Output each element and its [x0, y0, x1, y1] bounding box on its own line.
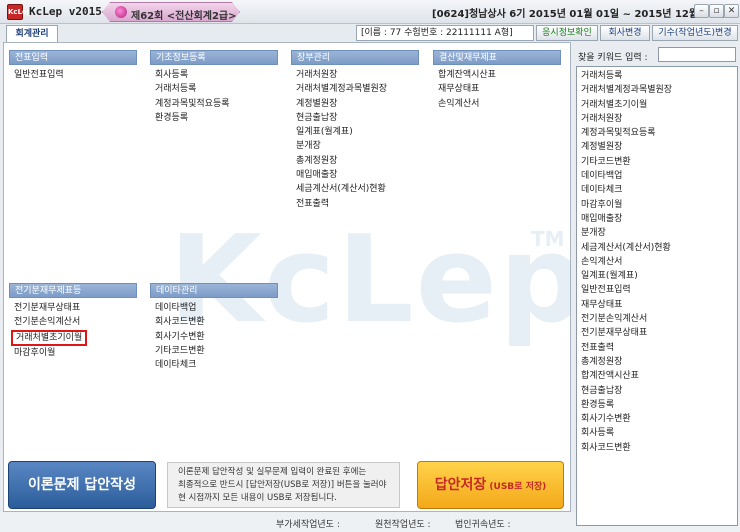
- keyword-result-list[interactable]: 거래처등록 거래처별계정과목별원장 거래처별초기이월 거래처원장 계정과목및적요등록 계정…: [576, 66, 738, 526]
- keyword-list-item[interactable]: 일계표(월계표): [577, 269, 737, 283]
- menu-closing-item[interactable]: 합계잔액시산표: [433, 68, 561, 82]
- keyword-list-item[interactable]: 분개장: [577, 226, 737, 240]
- save-answer-label: 답안저장: [434, 477, 487, 493]
- keyword-list-item[interactable]: 전기분손익계산서: [577, 312, 737, 326]
- menu-ledger-item[interactable]: 거래처원장: [291, 68, 419, 82]
- group-header: 전표입력: [9, 50, 137, 65]
- exam-badge: 제62회 <전산회계2급>: [102, 2, 240, 22]
- group-header: 장부관리: [291, 50, 419, 65]
- group-prior-statements: 전기분재무제표등 전기분재무상태표 전기분손익계산서 거래처별초기이월 마감후이…: [9, 283, 137, 360]
- examinee-info: [이름 : 77 수험번호 : 22111111 A형]: [356, 25, 534, 41]
- menu-closing-item[interactable]: 재무상태표: [433, 82, 561, 96]
- keyword-list-item[interactable]: 전기분재무상태표: [577, 326, 737, 340]
- keyword-list-item[interactable]: 합계잔액시산표: [577, 369, 737, 383]
- menu-ledger-item[interactable]: 일계표(월계표): [291, 125, 419, 139]
- group-ledger: 장부관리 거래처원장 거래처별계정과목별원장 계정별원장 현금출납장 일계표(월…: [291, 50, 419, 211]
- menu-prior-item[interactable]: 전기분재무상태표: [9, 301, 137, 315]
- menu-client-carryover-highlighted[interactable]: 거래처별초기이월: [11, 329, 88, 346]
- menu-ledger-item[interactable]: 계정별원장: [291, 97, 419, 111]
- main-menu-panel: KcLep TM 전표입력 일반전표입력 기초정보등록 회사등록 거래처등록 계…: [3, 42, 571, 512]
- menu-data-item[interactable]: 데이타체크: [150, 358, 278, 372]
- group-header: 기초정보등록: [150, 50, 278, 65]
- tab-accounting[interactable]: 회계관리: [6, 25, 58, 42]
- menu-data-item[interactable]: 회사기수변환: [150, 330, 278, 344]
- save-notice: 이론문제 답안작성 및 실무문제 입력이 완료된 후에는 최종적으로 반드시 […: [167, 462, 400, 508]
- keyword-list-item[interactable]: 매입매출장: [577, 212, 737, 226]
- menu-ledger-item[interactable]: 거래처별계정과목별원장: [291, 82, 419, 96]
- menu-ledger-item[interactable]: 총계정원장: [291, 154, 419, 168]
- menu-ledger-item[interactable]: 전표출력: [291, 197, 419, 211]
- keyword-input[interactable]: [658, 47, 736, 62]
- keyword-list-item[interactable]: 세금계산서(계산서)현황: [577, 241, 737, 255]
- menu-general-voucher[interactable]: 일반전표입력: [9, 68, 137, 82]
- keyword-list-item[interactable]: 계정별원장: [577, 140, 737, 154]
- keyword-list-item[interactable]: 마감후이월: [577, 198, 737, 212]
- exam-flower-icon: [115, 6, 127, 18]
- menu-prior-item[interactable]: 마감후이월: [9, 346, 137, 360]
- keyword-list-item[interactable]: 회사등록: [577, 426, 737, 440]
- menu-data-item[interactable]: 기타코드변환: [150, 344, 278, 358]
- keyword-list-item[interactable]: 거래처별초기이월: [577, 98, 737, 112]
- toolbar: 회계관리 [이름 : 77 수험번호 : 22111111 A형] 응시정보확인…: [0, 24, 740, 42]
- group-voucher: 전표입력 일반전표입력: [9, 50, 137, 82]
- title-bar: KcLep KcLep v2015 제62회 <전산회계2급> [0624]청남…: [0, 0, 740, 24]
- keyword-list-item[interactable]: 계정과목및적요등록: [577, 126, 737, 140]
- period-change-button[interactable]: 기수(작업년도)변경: [652, 25, 738, 41]
- notice-line: 이론문제 답안작성 및 실무문제 입력이 완료된 후에는: [178, 467, 367, 477]
- keyword-list-item[interactable]: 회사코드변환: [577, 441, 737, 455]
- status-withholding-year: 원천작업년도 :: [375, 520, 431, 530]
- save-answer-sublabel: (USB로 저장): [489, 482, 547, 492]
- keyword-search-panel: 찾을 키워드 입력 : 거래처등록 거래처별계정과목별원장 거래처별초기이월 거래처원…: [574, 42, 740, 532]
- group-closing: 결산및재무제표 합계잔액시산표 재무상태표 손익계산서: [433, 50, 561, 111]
- keyword-list-item[interactable]: 거래처원장: [577, 112, 737, 126]
- keyword-list-item[interactable]: 거래처등록: [577, 69, 737, 83]
- menu-data-item[interactable]: 데이타백업: [150, 301, 278, 315]
- menu-client-register[interactable]: 거래처등록: [150, 82, 278, 96]
- menu-account-register[interactable]: 계정과목및적요등록: [150, 97, 278, 111]
- watermark-tm: TM: [531, 227, 565, 251]
- keyword-list-item[interactable]: 환경등록: [577, 398, 737, 412]
- app-logo-icon: KcLep: [7, 4, 32, 20]
- menu-ledger-item[interactable]: 현금출납장: [291, 111, 419, 125]
- exam-info-button[interactable]: 응시정보확인: [536, 25, 598, 41]
- keyword-list-item[interactable]: 전표출력: [577, 341, 737, 355]
- keyword-list-item[interactable]: 데이타백업: [577, 169, 737, 183]
- save-answer-button[interactable]: 답안저장 (USB로 저장): [417, 461, 564, 509]
- keyword-list-item[interactable]: 손익계산서: [577, 255, 737, 269]
- status-vat-year: 부가세작업년도 :: [276, 520, 340, 530]
- keyword-list-item[interactable]: 회사기수변환: [577, 412, 737, 426]
- keyword-list-item[interactable]: 데이타체크: [577, 183, 737, 197]
- menu-ledger-item[interactable]: 세금계산서(계산서)현황: [291, 182, 419, 196]
- keyword-list-item[interactable]: 재무상태표: [577, 298, 737, 312]
- company-change-button[interactable]: 회사변경: [600, 25, 650, 41]
- group-header: 결산및재무제표: [433, 50, 561, 65]
- exam-label: 제62회 <전산회계2급>: [131, 11, 237, 22]
- menu-company-register[interactable]: 회사등록: [150, 68, 278, 82]
- menu-env-register[interactable]: 환경등록: [150, 111, 278, 125]
- menu-ledger-item[interactable]: 매입매출장: [291, 168, 419, 182]
- status-corp-tax-year: 법인귀속년도 :: [455, 520, 511, 530]
- notice-line: 최종적으로 반드시 [답안저장(USB로 저장)] 버튼을 눌러야: [178, 480, 387, 490]
- close-button[interactable]: ✕: [724, 4, 739, 18]
- group-header: 전기분재무제표등: [9, 283, 137, 298]
- menu-ledger-item[interactable]: 분개장: [291, 139, 419, 153]
- menu-data-item[interactable]: 회사코드변환: [150, 315, 278, 329]
- restore-button[interactable]: ▫: [709, 4, 724, 18]
- keyword-list-item[interactable]: 현금출납장: [577, 384, 737, 398]
- theory-answer-button[interactable]: 이론문제 답안작성: [8, 461, 156, 509]
- group-header: 데이타관리: [150, 283, 278, 298]
- keyword-list-item[interactable]: 총계정원장: [577, 355, 737, 369]
- keyword-label: 찾을 키워드 입력 :: [578, 53, 648, 63]
- app-title: KcLep v2015: [29, 5, 102, 18]
- keyword-list-item[interactable]: 일반전표입력: [577, 283, 737, 297]
- notice-line: 현 시점까지 모든 내용이 USB로 저장됩니다.: [178, 493, 337, 503]
- keyword-list-item[interactable]: 기타코드변환: [577, 155, 737, 169]
- minimize-button[interactable]: –: [694, 4, 709, 18]
- company-period-label: [0624]청남상사 6기 2015년 01월 01일 ~ 2015년 12월 …: [432, 9, 725, 20]
- menu-closing-item[interactable]: 손익계산서: [433, 97, 561, 111]
- keyword-list-item[interactable]: 거래처별계정과목별원장: [577, 83, 737, 97]
- group-basic-info: 기초정보등록 회사등록 거래처등록 계정과목및적요등록 환경등록: [150, 50, 278, 125]
- menu-prior-item[interactable]: 전기분손익계산서: [9, 315, 137, 329]
- group-data-management: 데이타관리 데이타백업 회사코드변환 회사기수변환 기타코드변환 데이타체크: [150, 283, 278, 372]
